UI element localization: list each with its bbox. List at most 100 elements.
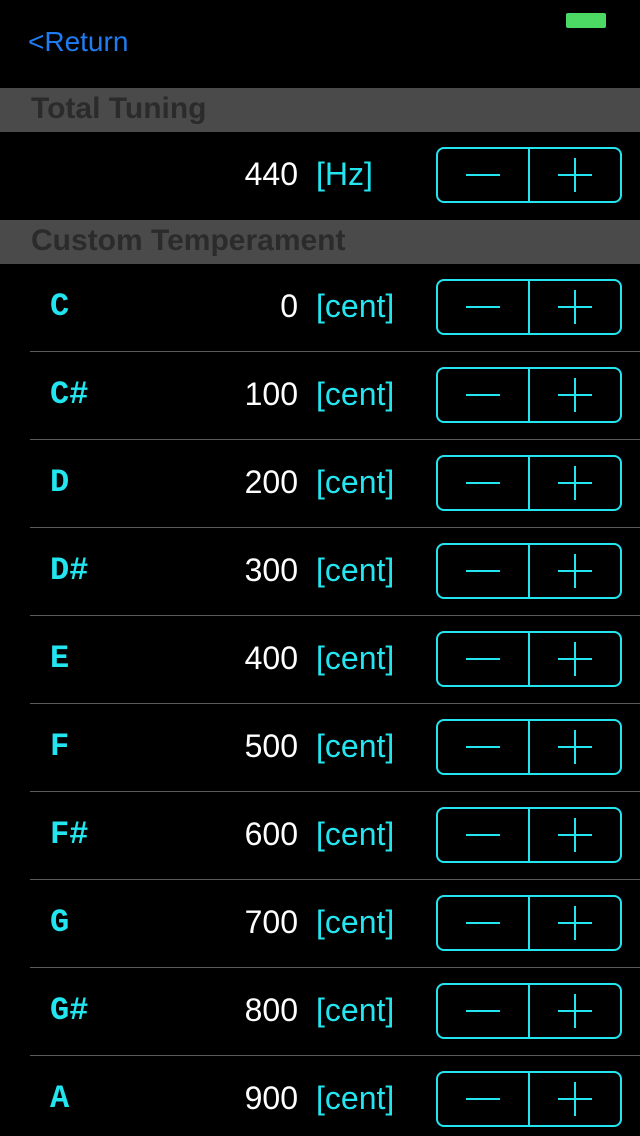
minus-icon [466,818,500,852]
minus-icon [466,1082,500,1116]
temperament-row: E 400 [cent] [0,616,640,704]
minus-icon [466,994,500,1028]
decrement-button[interactable] [438,369,530,421]
note-name: A [50,1080,70,1117]
temperament-row: G# 800 [cent] [0,968,640,1056]
cent-stepper [436,983,622,1039]
navigation-bar: <Return [0,22,640,66]
note-name: E [50,640,70,677]
minus-icon [466,290,500,324]
section-header-custom-temperament: Custom Temperament [0,220,640,264]
cent-value: 300 [244,552,298,588]
cent-value: 400 [244,640,298,676]
decrement-button[interactable] [438,809,530,861]
decrement-button[interactable] [438,897,530,949]
minus-icon [466,730,500,764]
increment-button[interactable] [530,545,620,597]
note-name: F# [50,816,89,853]
decrement-button[interactable] [438,1073,530,1125]
temperament-row: C 0 [cent] [0,264,640,352]
plus-icon [558,818,592,852]
increment-button[interactable] [530,369,620,421]
increment-button[interactable] [530,985,620,1037]
cent-value: 700 [244,904,298,940]
cent-value: 200 [244,464,298,500]
cent-unit: [cent] [316,904,395,940]
cent-unit: [cent] [316,464,395,500]
note-name: F [50,728,70,765]
note-name: D# [50,552,89,589]
cent-stepper [436,279,622,335]
cent-value: 100 [244,376,298,412]
total-tuning-row: 440 [Hz] [0,132,640,220]
cent-stepper [436,543,622,599]
decrement-button[interactable] [438,985,530,1037]
cent-value: 800 [244,992,298,1028]
decrement-button[interactable] [438,721,530,773]
increment-button[interactable] [530,809,620,861]
cent-unit: [cent] [316,728,395,764]
plus-icon [558,158,592,192]
temperament-row: G 700 [cent] [0,880,640,968]
plus-icon [558,730,592,764]
cent-stepper [436,807,622,863]
note-name: D [50,464,70,501]
temperament-row: F 500 [cent] [0,704,640,792]
note-name: C [50,288,70,325]
increment-button[interactable] [530,149,620,201]
decrement-button[interactable] [438,633,530,685]
frequency-unit: [Hz] [316,156,373,192]
cent-value: 0 [280,288,298,324]
minus-icon [466,906,500,940]
increment-button[interactable] [530,897,620,949]
return-button[interactable]: <Return [28,26,128,58]
temperament-row: A 900 [cent] [0,1056,640,1136]
plus-icon [558,994,592,1028]
plus-icon [558,290,592,324]
decrement-button[interactable] [438,149,530,201]
temperament-row: D# 300 [cent] [0,528,640,616]
note-name: G [50,904,70,941]
app-screen: <Return Total Tuning 440 [Hz] Custom Tem… [0,0,640,1136]
cent-stepper [436,367,622,423]
temperament-row: D 200 [cent] [0,440,640,528]
section-title: Custom Temperament [31,224,346,257]
increment-button[interactable] [530,457,620,509]
minus-icon [466,554,500,588]
cent-unit: [cent] [316,288,395,324]
minus-icon [466,466,500,500]
frequency-stepper [436,147,622,203]
temperament-row: F# 600 [cent] [0,792,640,880]
decrement-button[interactable] [438,281,530,333]
cent-unit: [cent] [316,552,395,588]
note-name: G# [50,992,89,1029]
note-name: C# [50,376,89,413]
cent-stepper [436,719,622,775]
minus-icon [466,642,500,676]
minus-icon [466,158,500,192]
plus-icon [558,642,592,676]
section-title: Total Tuning [31,92,207,125]
cent-stepper [436,1071,622,1127]
decrement-button[interactable] [438,457,530,509]
cent-stepper [436,455,622,511]
cent-stepper [436,631,622,687]
minus-icon [466,378,500,412]
cent-value: 900 [244,1080,298,1116]
decrement-button[interactable] [438,545,530,597]
increment-button[interactable] [530,1073,620,1125]
cent-unit: [cent] [316,992,395,1028]
section-header-total-tuning: Total Tuning [0,88,640,132]
cent-value: 500 [244,728,298,764]
cent-value: 600 [244,816,298,852]
plus-icon [558,906,592,940]
cent-unit: [cent] [316,376,395,412]
plus-icon [558,554,592,588]
increment-button[interactable] [530,633,620,685]
plus-icon [558,466,592,500]
plus-icon [558,1082,592,1116]
increment-button[interactable] [530,281,620,333]
increment-button[interactable] [530,721,620,773]
cent-unit: [cent] [316,816,395,852]
temperament-row: C# 100 [cent] [0,352,640,440]
